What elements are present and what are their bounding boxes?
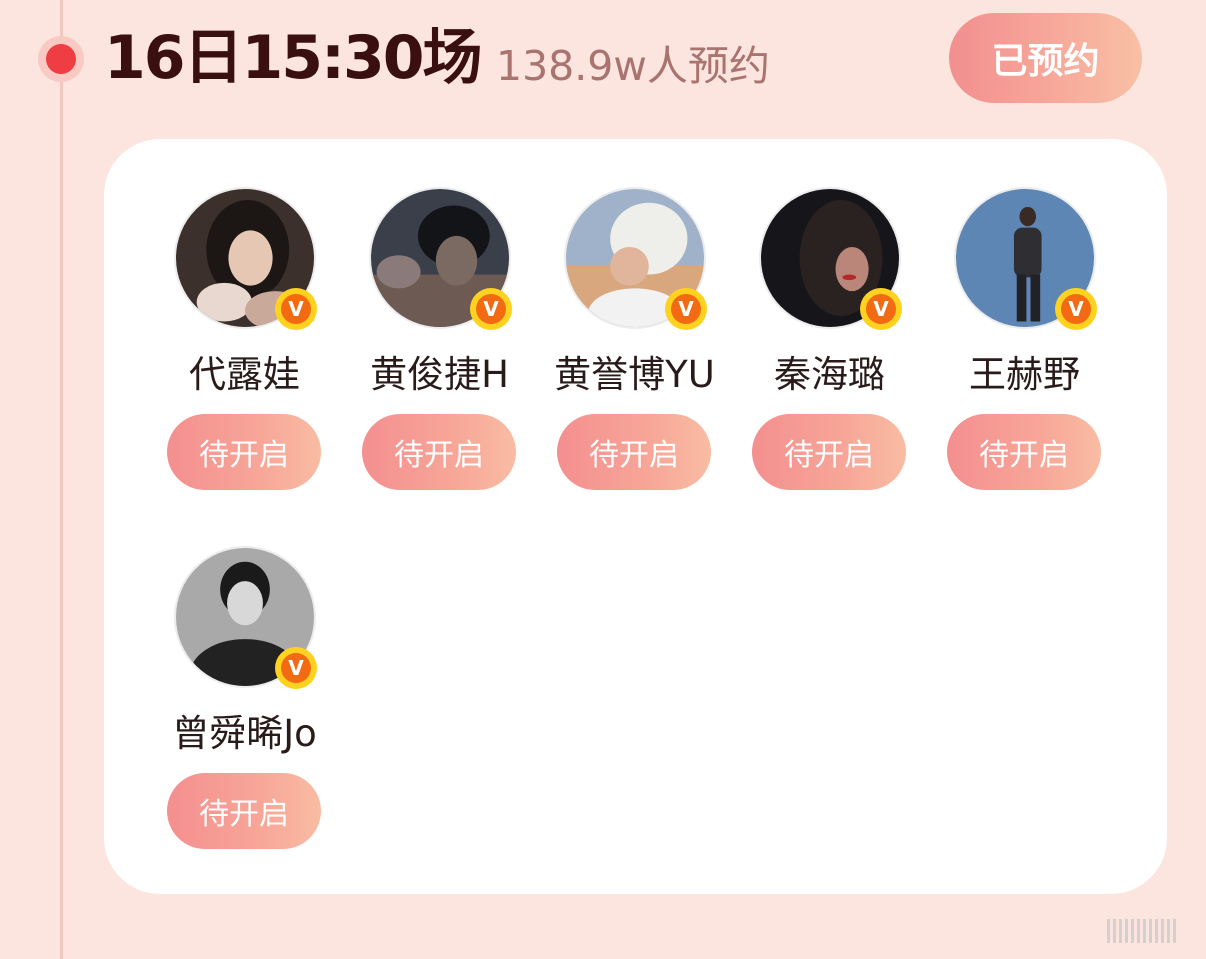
page: 16日15:30场 138.9w人预约 已预约 V 代露娃 待开启 V 黄俊捷H… — [0, 0, 1206, 959]
pending-button[interactable]: 待开启 — [167, 414, 321, 490]
verified-badge-icon: V — [275, 288, 317, 330]
verified-badge-icon: V — [275, 647, 317, 689]
pending-button[interactable]: 待开启 — [752, 414, 906, 490]
pending-button[interactable]: 待开启 — [557, 414, 711, 490]
star-item[interactable]: V 王赫野 待开启 — [927, 139, 1122, 490]
star-item[interactable]: V 秦海璐 待开启 — [732, 139, 927, 490]
star-item[interactable]: V 曾舜晞Jo 待开启 — [147, 498, 342, 849]
watermark-icon — [1107, 916, 1197, 946]
verified-badge-icon: V — [665, 288, 707, 330]
session-title: 16日15:30场 — [104, 23, 482, 93]
star-name: 曾舜晞Jo — [172, 712, 317, 755]
pending-button[interactable]: 待开启 — [362, 414, 516, 490]
star-list-card: V 代露娃 待开启 V 黄俊捷H 待开启 V 黄誉博YU 待开启 V 秦海璐 待… — [104, 139, 1167, 894]
star-item[interactable]: V 黄俊捷H 待开启 — [342, 139, 537, 490]
star-name: 黄誉博YU — [554, 353, 715, 396]
star-name: 秦海璐 — [774, 353, 885, 396]
star-item[interactable]: V 代露娃 待开启 — [147, 139, 342, 490]
pending-button[interactable]: 待开启 — [947, 414, 1101, 490]
star-name: 黄俊捷H — [370, 353, 509, 396]
star-item[interactable]: V 黄誉博YU 待开启 — [537, 139, 732, 490]
timeline-rail — [60, 0, 63, 959]
reserved-button[interactable]: 已预约 — [949, 13, 1142, 103]
verified-badge-icon: V — [470, 288, 512, 330]
reserve-count: 138.9w人预约 — [496, 42, 770, 90]
timeline-dot-icon — [38, 36, 84, 82]
star-name: 王赫野 — [969, 353, 1080, 396]
verified-badge-icon: V — [1055, 288, 1097, 330]
timeline-dot-core — [46, 44, 76, 74]
verified-badge-icon: V — [860, 288, 902, 330]
star-name: 代露娃 — [189, 353, 300, 396]
pending-button[interactable]: 待开启 — [167, 773, 321, 849]
